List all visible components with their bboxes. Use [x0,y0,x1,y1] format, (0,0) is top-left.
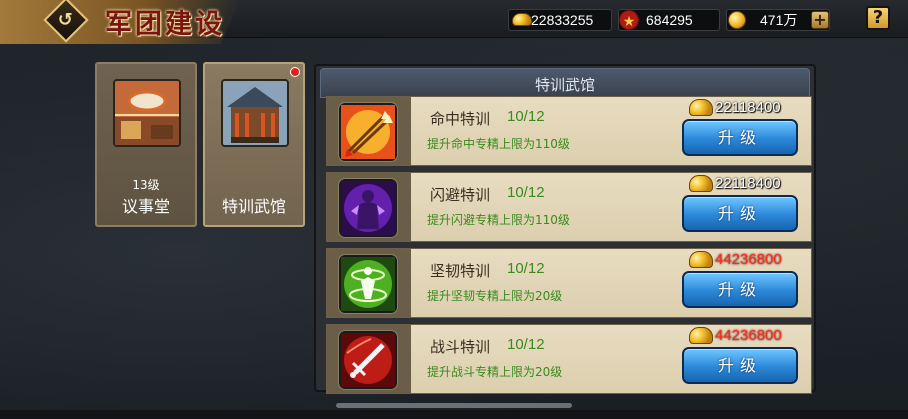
building-card-council[interactable]: 13级 议事堂 [95,62,197,227]
skill-progress: 10/12 [507,108,545,125]
upgrade-cost: 44236800 [715,251,782,268]
upgrade-button[interactable]: 升级 [682,347,798,384]
building-name: 议事堂 [121,197,170,216]
page-title: 军团建设 [105,9,225,40]
shield-aura-icon [338,254,398,314]
scrollbar[interactable] [336,403,572,408]
skill-name: 闪避特训 [430,186,491,204]
panel-title: 特训武馆 [534,76,595,94]
skill-name: 战斗特训 [430,338,491,356]
upgrade-button[interactable]: 升级 [682,119,798,156]
gold-icon [689,327,713,344]
back-arrow-icon: ↺ [58,9,74,31]
list-item: 命中特训 10/12 提升命中专精上限为110级 22118400 升级 [326,96,812,166]
skill-icon-frame [327,173,411,241]
skill-description: 提升坚韧专精上限为20级 [427,289,563,303]
skill-icon-frame [327,97,411,165]
yuanbao-icon [728,11,746,29]
skill-name: 坚韧特训 [430,262,491,280]
list-item: 闪避特训 10/12 提升闪避专精上限为110级 22118400 升级 [326,172,812,242]
gold-icon [689,251,713,268]
list-item: 坚韧特训 10/12 提升坚韧专精上限为20级 44236800 升级 [326,248,812,318]
sword-icon [338,330,398,390]
gold-icon [689,99,713,116]
skill-icon-frame [327,249,411,317]
skill-progress: 10/12 [507,336,545,353]
skill-progress: 10/12 [507,184,545,201]
upgrade-button[interactable]: 升级 [682,271,798,308]
building-name: 特训武馆 [221,197,286,216]
honor-resource: ★ 684295 [618,9,720,31]
arrows-icon [338,102,398,162]
list-item: 战斗特训 10/12 提升战斗专精上限为20级 44236800 升级 [326,324,812,394]
training-hall-thumbnail [221,79,289,147]
gold-amount: 22833255 [531,12,594,28]
star-icon: ★ [619,10,639,30]
shadow-figure-icon [338,178,398,238]
upgrade-cost: 44236800 [715,327,782,344]
skill-icon-frame [327,325,411,393]
help-button[interactable]: ? [866,6,890,30]
skill-name: 命中特训 [430,110,491,128]
honor-amount: 684295 [646,12,693,28]
skill-progress: 10/12 [507,260,545,277]
training-panel: 特训武馆 命中特训 10/12 提升命中专精上限为110级 22118400 升… [314,64,816,394]
building-card-training-hall[interactable]: 特训武馆 [203,62,305,227]
council-hall-thumbnail [113,79,181,147]
notification-dot [290,67,300,77]
skill-description: 提升闪避专精上限为110级 [427,213,570,227]
gold-icon [512,13,532,26]
yuanbao-amount: 471万 [760,12,798,28]
building-level: 13级 [132,178,160,192]
skill-description: 提升战斗专精上限为20级 [427,365,563,379]
upgrade-cost: 22118400 [715,175,781,192]
add-yuanbao-button[interactable]: + [811,11,829,29]
upgrade-button[interactable]: 升级 [682,195,798,232]
panel-header: 特训武馆 [320,68,810,98]
bottom-strip [0,410,908,419]
upgrade-cost: 22118400 [715,99,781,116]
skill-description: 提升命中专精上限为110级 [427,137,570,151]
gold-resource: 22833255 [508,9,612,31]
gold-icon [689,175,713,192]
